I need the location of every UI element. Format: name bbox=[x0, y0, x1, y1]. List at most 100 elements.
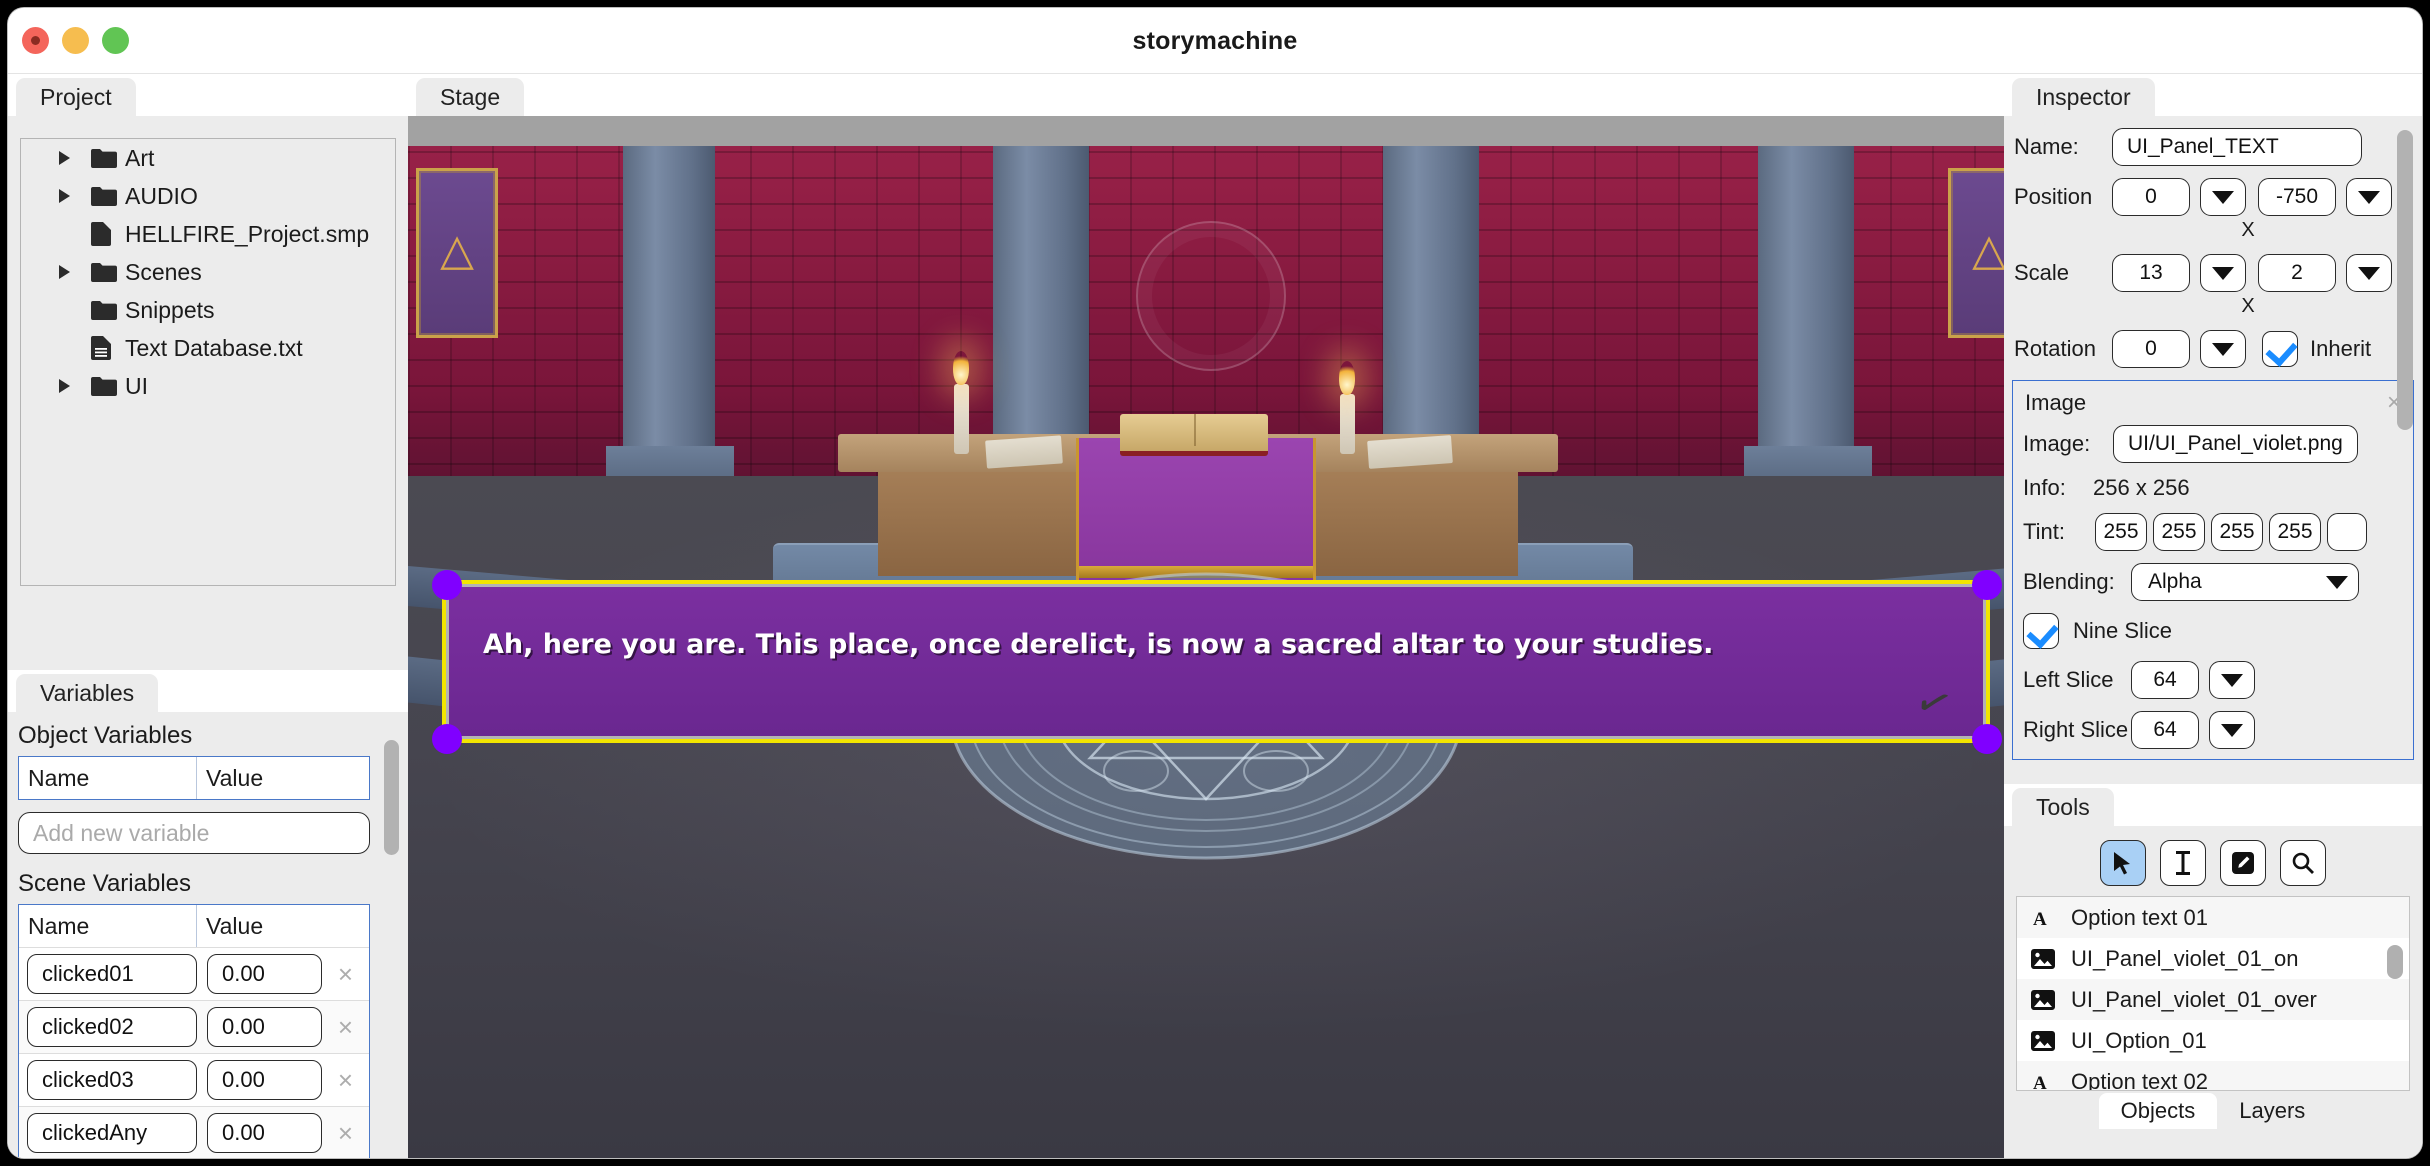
list-item[interactable]: UI_Panel_violet_01_over bbox=[2017, 979, 2409, 1020]
objects-layers-tabs: Objects Layers bbox=[2004, 1093, 2422, 1129]
folder-icon bbox=[91, 300, 125, 321]
scale-y-input[interactable]: 2 bbox=[2258, 254, 2336, 292]
rotation-stepper[interactable] bbox=[2200, 330, 2246, 368]
deer-sigil-icon: △ bbox=[1972, 225, 2004, 275]
selection-handle-bottom-left[interactable] bbox=[432, 724, 462, 754]
left-slice-stepper[interactable] bbox=[2209, 661, 2255, 699]
name-label: Name: bbox=[2014, 134, 2079, 159]
deer-sigil-icon: △ bbox=[440, 225, 474, 275]
tab-inspector[interactable]: Inspector bbox=[2012, 78, 2155, 116]
tree-item-scenes[interactable]: Scenes bbox=[21, 253, 395, 291]
variable-name-input[interactable]: clicked01 bbox=[27, 954, 197, 994]
tab-stage[interactable]: Stage bbox=[416, 78, 525, 116]
tree-item-label: AUDIO bbox=[125, 182, 198, 209]
tab-project[interactable]: Project bbox=[16, 78, 136, 116]
column-header-name: Name bbox=[19, 905, 197, 947]
tree-item-snippets[interactable]: Snippets bbox=[21, 291, 395, 329]
right-slice-label: Right Slice bbox=[2023, 717, 2129, 742]
table-row[interactable]: clicked01 0.00 × bbox=[19, 947, 369, 1000]
variables-panel: Variables Object Variables Name Value Ad… bbox=[8, 670, 408, 1158]
tab-objects[interactable]: Objects bbox=[2098, 1093, 2218, 1129]
variables-scrollbar[interactable] bbox=[384, 740, 399, 855]
remove-variable-button[interactable]: × bbox=[322, 1014, 369, 1040]
variable-value-input[interactable]: 0.00 bbox=[207, 1060, 322, 1100]
image-icon bbox=[2031, 1030, 2071, 1051]
list-item[interactable]: UI_Option_01 bbox=[2017, 1020, 2409, 1061]
scale-x-stepper[interactable] bbox=[2200, 254, 2246, 292]
variable-name-input[interactable]: clicked03 bbox=[27, 1060, 197, 1100]
remove-variable-button[interactable]: × bbox=[322, 1120, 369, 1146]
tab-tools[interactable]: Tools bbox=[2012, 788, 2114, 826]
project-tree[interactable]: Art AUDIO HELLFIRE_Project.smp Scenes Sn… bbox=[20, 138, 396, 586]
left-slice-input[interactable]: 64 bbox=[2131, 661, 2199, 699]
tree-item-art[interactable]: Art bbox=[21, 139, 395, 177]
variable-value-input[interactable]: 0.00 bbox=[207, 1007, 322, 1047]
tree-item-hellfire-project[interactable]: HELLFIRE_Project.smp bbox=[21, 215, 395, 253]
list-item[interactable]: UI_Panel_violet_01_on bbox=[2017, 938, 2409, 979]
expand-arrow-icon[interactable] bbox=[59, 151, 91, 165]
variable-name-input[interactable]: clickedAny bbox=[27, 1113, 197, 1153]
select-tool-button[interactable] bbox=[2100, 840, 2146, 886]
variable-name-input[interactable]: clicked02 bbox=[27, 1007, 197, 1047]
folder-icon bbox=[91, 186, 125, 207]
dialogue-panel[interactable]: Ah, here you are. This place, once derel… bbox=[446, 584, 1986, 739]
remove-variable-button[interactable]: × bbox=[322, 961, 369, 987]
tree-item-audio[interactable]: AUDIO bbox=[21, 177, 395, 215]
project-tabstrip: Project bbox=[8, 74, 408, 116]
tint-r-input[interactable]: 255 bbox=[2095, 513, 2147, 551]
stage-tabstrip: Stage bbox=[408, 74, 2004, 116]
expand-arrow-icon[interactable] bbox=[59, 265, 91, 279]
info-label: Info: bbox=[2023, 475, 2066, 500]
stage-panel: Stage △ △ Ah, here you are. This place, … bbox=[408, 74, 2004, 1158]
nine-slice-checkbox[interactable] bbox=[2023, 613, 2059, 649]
tree-item-text-database[interactable]: Text Database.txt bbox=[21, 329, 395, 367]
tint-g-input[interactable]: 255 bbox=[2153, 513, 2205, 551]
tree-item-ui[interactable]: UI bbox=[21, 367, 395, 405]
scene-viewport[interactable]: △ △ Ah, here you are. This place, once d… bbox=[408, 146, 2004, 1158]
inspector-rotation-row: Rotation 0 Inherit bbox=[2004, 330, 2422, 368]
position-x-input[interactable]: 0 bbox=[2112, 178, 2190, 216]
right-slice-input[interactable]: 64 bbox=[2131, 711, 2199, 749]
expand-arrow-icon[interactable] bbox=[59, 379, 91, 393]
position-x-stepper[interactable] bbox=[2200, 178, 2246, 216]
inspector-scrollbar[interactable] bbox=[2397, 130, 2413, 430]
selection-handle-top-right[interactable] bbox=[1972, 570, 2002, 600]
rotation-input[interactable]: 0 bbox=[2112, 330, 2190, 368]
image-path-input[interactable]: UI/UI_Panel_violet.png bbox=[2113, 425, 2358, 463]
image-icon bbox=[2031, 989, 2071, 1010]
list-item[interactable]: A Option text 01 bbox=[2017, 897, 2409, 938]
expand-arrow-icon[interactable] bbox=[59, 189, 91, 203]
variable-value-input[interactable]: 0.00 bbox=[207, 1113, 322, 1153]
inherit-checkbox[interactable] bbox=[2262, 331, 2298, 367]
tint-color-swatch[interactable] bbox=[2327, 513, 2367, 551]
object-add-variable-input[interactable]: Add new variable bbox=[18, 812, 370, 854]
edit-tool-button[interactable] bbox=[2220, 840, 2266, 886]
tint-a-input[interactable]: 255 bbox=[2269, 513, 2321, 551]
name-input[interactable]: UI_Panel_TEXT bbox=[2112, 128, 2362, 166]
right-slice-stepper[interactable] bbox=[2209, 711, 2255, 749]
objects-list[interactable]: A Option text 01 UI_Panel_violet_01_on U… bbox=[2016, 896, 2410, 1091]
objects-list-scrollbar[interactable] bbox=[2387, 945, 2403, 979]
tab-layers[interactable]: Layers bbox=[2217, 1093, 2327, 1129]
variable-value-input[interactable]: 0.00 bbox=[207, 954, 322, 994]
blending-select[interactable]: Alpha bbox=[2131, 563, 2359, 601]
table-row[interactable]: clicked03 0.00 × bbox=[19, 1053, 369, 1106]
remove-variable-button[interactable]: × bbox=[322, 1067, 369, 1093]
scale-x-input[interactable]: 13 bbox=[2112, 254, 2190, 292]
tint-b-input[interactable]: 255 bbox=[2211, 513, 2263, 551]
stage-canvas[interactable]: △ △ Ah, here you are. This place, once d… bbox=[408, 116, 2004, 1158]
scale-y-stepper[interactable] bbox=[2346, 254, 2392, 292]
text-tool-button[interactable] bbox=[2160, 840, 2206, 886]
tree-item-label: Text Database.txt bbox=[125, 334, 303, 361]
selection-handle-bottom-right[interactable] bbox=[1972, 724, 2002, 754]
list-item[interactable]: A Option text 02 bbox=[2017, 1061, 2409, 1090]
zoom-tool-button[interactable] bbox=[2280, 840, 2326, 886]
column-header-value: Value bbox=[206, 912, 264, 939]
position-y-input[interactable]: -750 bbox=[2258, 178, 2336, 216]
table-row[interactable]: clicked02 0.00 × bbox=[19, 1000, 369, 1053]
tab-variables[interactable]: Variables bbox=[16, 674, 159, 712]
table-row[interactable]: clickedAny 0.00 × bbox=[19, 1106, 369, 1158]
position-y-stepper[interactable] bbox=[2346, 178, 2392, 216]
selection-handle-top-left[interactable] bbox=[432, 570, 462, 600]
list-item-label: UI_Option_01 bbox=[2071, 1027, 2207, 1053]
